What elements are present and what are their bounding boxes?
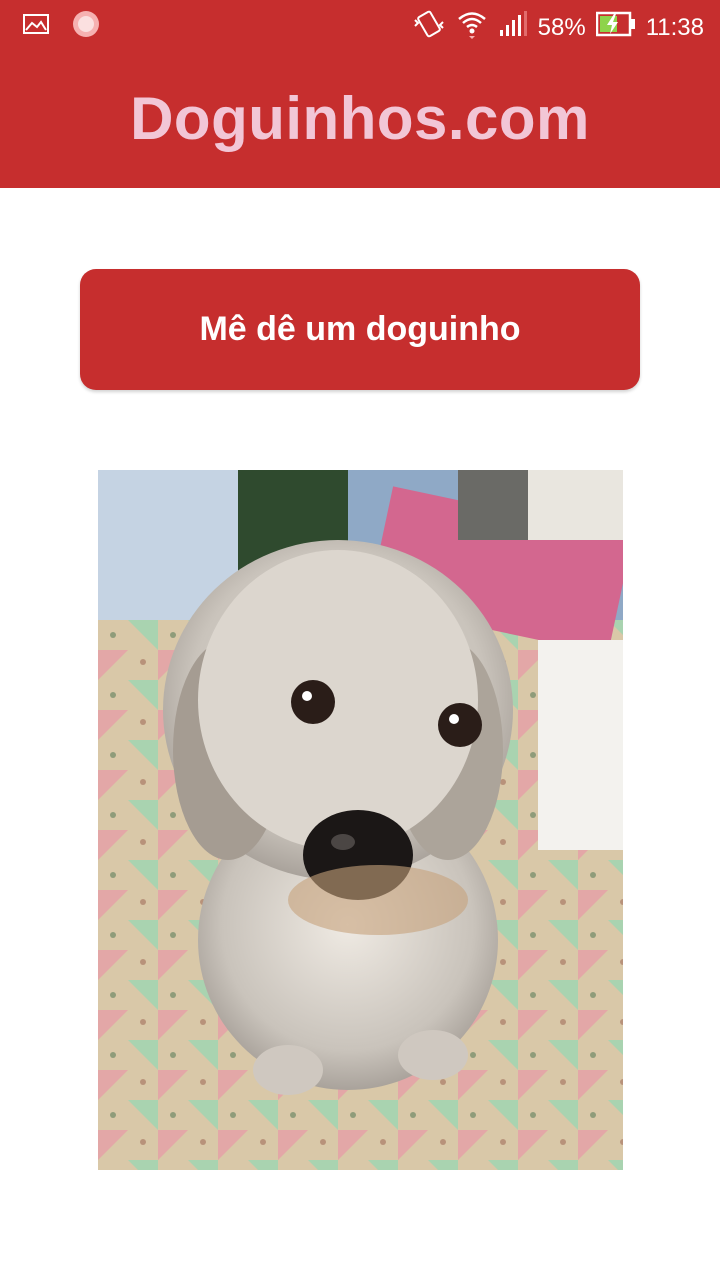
vibrate-icon xyxy=(412,8,446,47)
clock: 11:38 xyxy=(645,13,704,41)
app-notification-icon xyxy=(72,10,100,45)
give-me-a-dog-button[interactable]: Mê dê um doguinho xyxy=(80,269,640,390)
dog-photo xyxy=(98,470,623,1170)
wifi-icon xyxy=(456,8,488,47)
battery-percent: 58% xyxy=(537,13,586,41)
battery-charging-icon xyxy=(595,11,636,44)
signal-icon xyxy=(498,10,528,45)
status-bar: 58% 11:38 xyxy=(0,0,720,50)
gallery-icon xyxy=(22,12,50,43)
app-title: Doguinhos.com xyxy=(130,85,590,152)
